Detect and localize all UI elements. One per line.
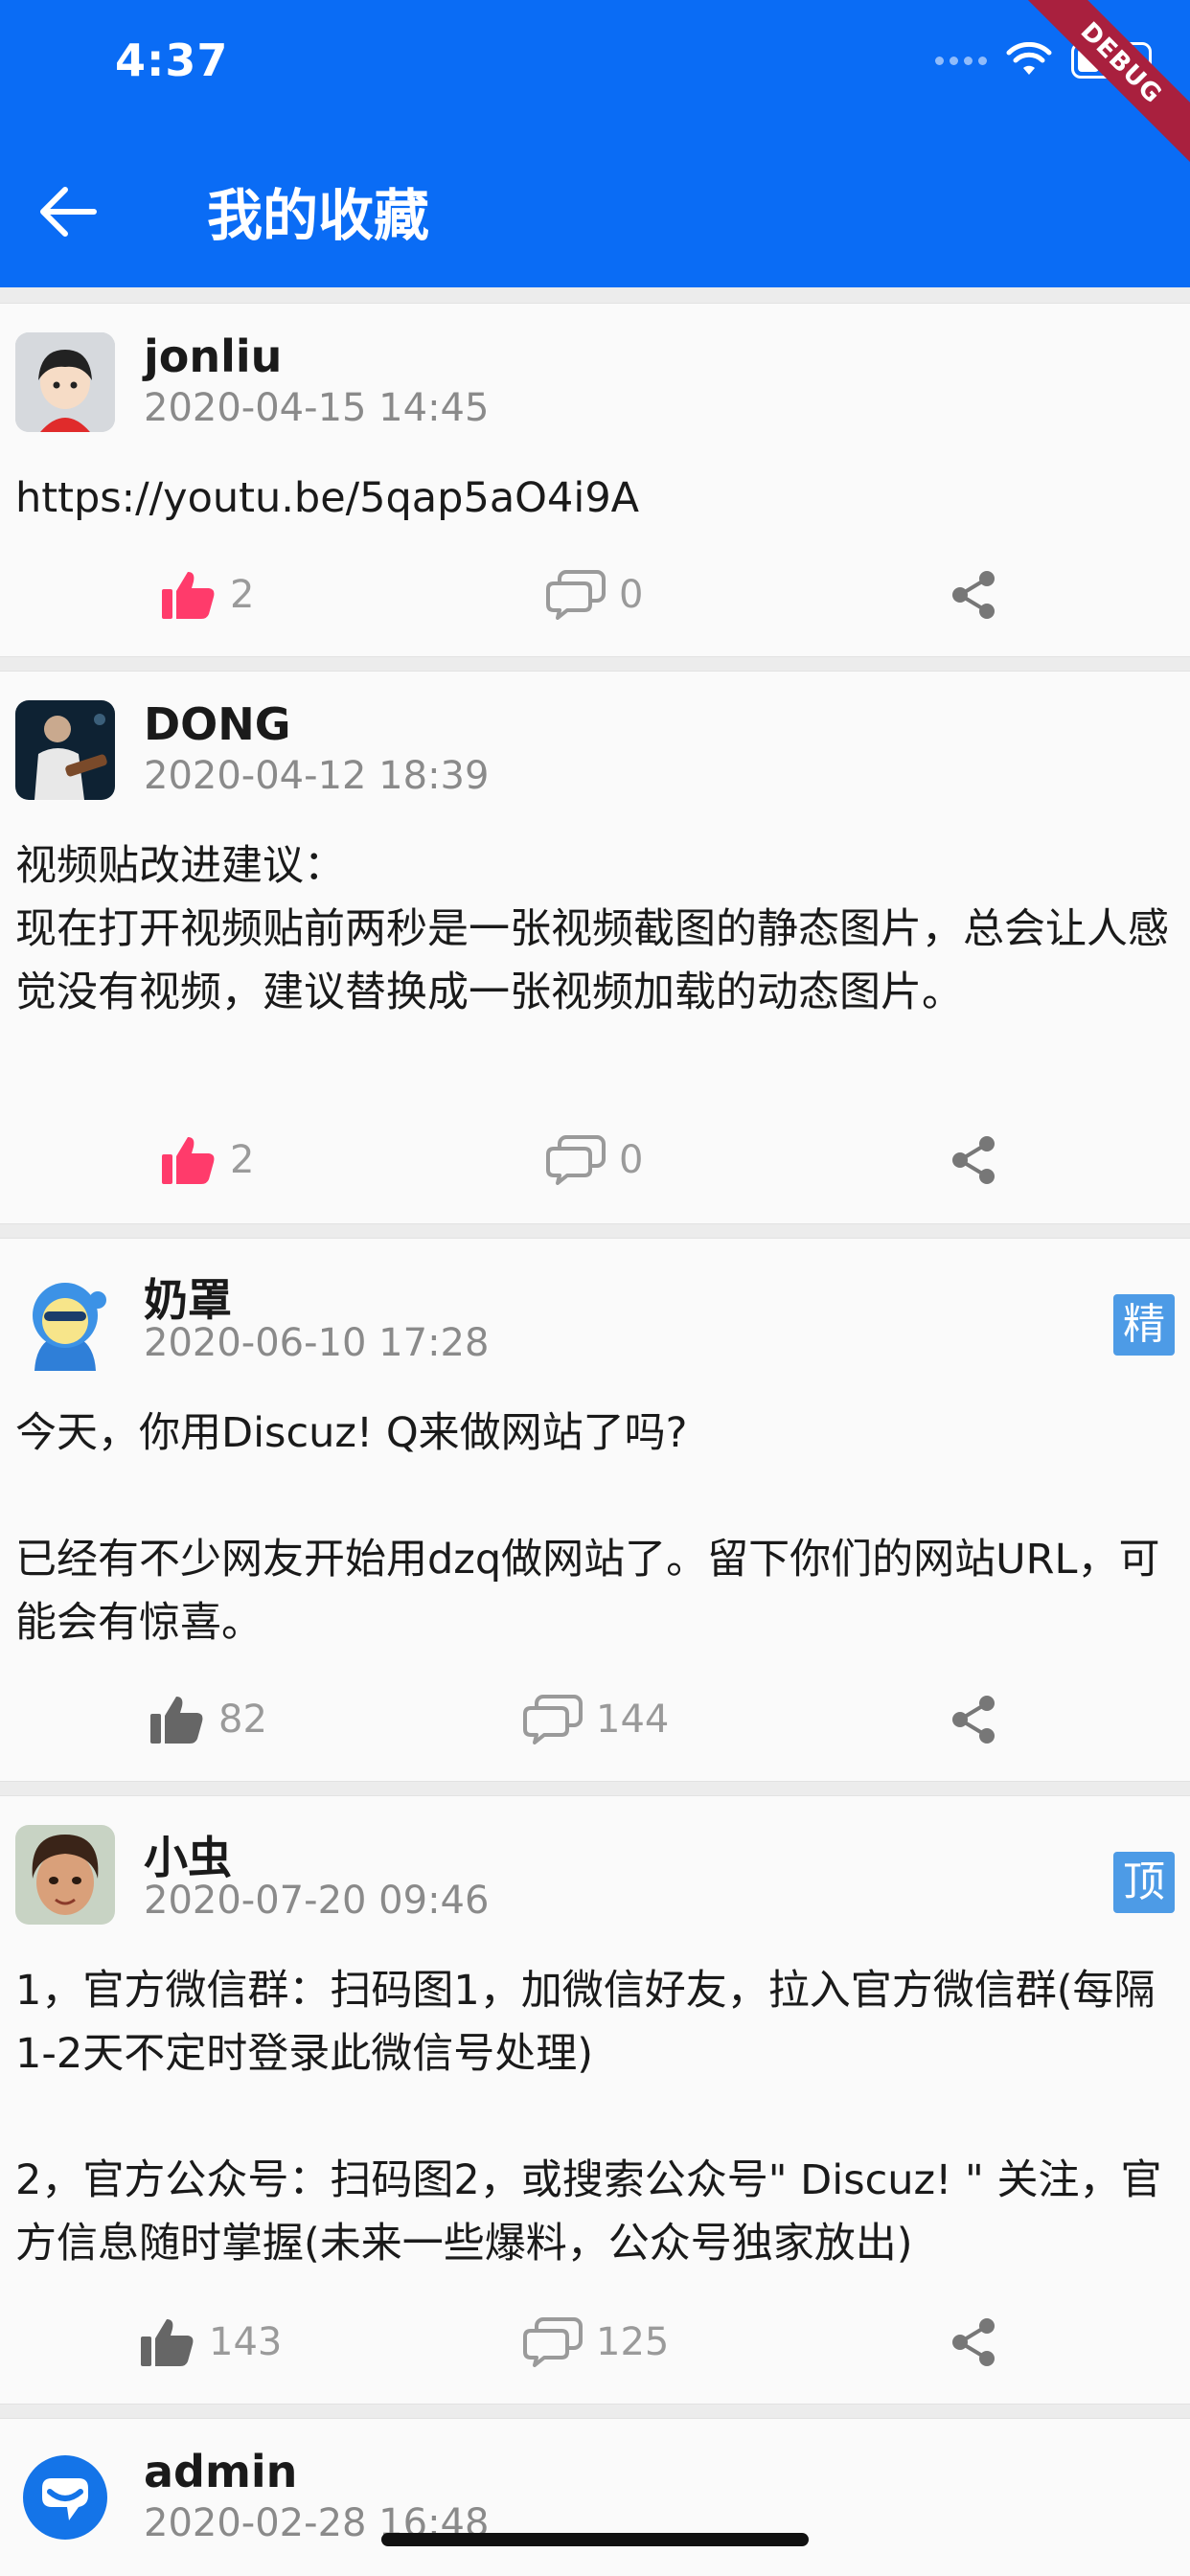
author-name[interactable]: jonliu <box>144 331 282 382</box>
post-card[interactable]: jonliu 2020-04-15 14:45 https://youtu.be… <box>0 303 1190 657</box>
share-icon <box>952 1136 995 1184</box>
author-name[interactable]: 奶罩 <box>144 1265 232 1329</box>
home-indicator <box>381 2533 809 2546</box>
chat-bubbles-icon <box>546 1135 606 1185</box>
avatar[interactable] <box>15 2448 115 2547</box>
thumbs-up-icon <box>162 572 215 619</box>
thumbs-up-icon <box>150 1697 203 1744</box>
thumbs-up-icon <box>162 1137 215 1184</box>
avatar[interactable] <box>15 700 115 800</box>
like-count: 2 <box>230 1138 255 1182</box>
share-icon <box>952 1696 995 1744</box>
comment-count: 0 <box>619 573 644 617</box>
comment-button[interactable]: 0 <box>546 557 643 633</box>
comment-button[interactable]: 0 <box>546 1122 643 1198</box>
avatar[interactable] <box>15 1825 115 1925</box>
status-time: 4:37 <box>115 34 229 86</box>
page-title: 我的收藏 <box>207 183 430 248</box>
back-button[interactable] <box>34 178 102 245</box>
chat-bubbles-icon <box>546 570 606 620</box>
chat-bubbles-icon <box>523 2317 583 2367</box>
pinned-badge: 顶 <box>1113 1852 1175 1913</box>
post-actions: 2 0 <box>0 1122 1190 1198</box>
share-button[interactable] <box>949 1681 998 1758</box>
post-actions: 82 144 <box>0 1681 1190 1758</box>
comment-button[interactable]: 144 <box>523 1681 669 1758</box>
share-icon <box>952 571 995 619</box>
thumbs-up-icon <box>141 2319 194 2366</box>
post-date: 2020-04-12 18:39 <box>144 754 490 798</box>
wifi-icon <box>1006 42 1052 75</box>
post-date: 2020-04-15 14:45 <box>144 386 490 430</box>
like-button[interactable]: 82 <box>149 1681 267 1758</box>
featured-badge: 精 <box>1113 1294 1175 1356</box>
post-card[interactable]: 奶罩 2020-06-10 17:28 精 今天，你用Discuz! Q来做网站… <box>0 1238 1190 1782</box>
debug-banner: DEBUG <box>1004 0 1190 180</box>
post-content[interactable]: https://youtu.be/5qap5aO4i9A <box>15 467 1175 530</box>
post-card[interactable]: DONG 2020-04-12 18:39 视频贴改进建议： 现在打开视频贴前两… <box>0 671 1190 1224</box>
like-button[interactable]: 2 <box>161 557 254 633</box>
comment-count: 125 <box>596 2320 670 2364</box>
avatar[interactable] <box>15 332 115 432</box>
avatar[interactable] <box>15 1271 115 1371</box>
author-name[interactable]: DONG <box>144 698 291 750</box>
arrow-left-icon <box>40 187 97 237</box>
share-button[interactable] <box>949 557 998 633</box>
like-count: 82 <box>218 1698 267 1742</box>
chat-bubbles-icon <box>523 1695 583 1744</box>
post-card[interactable]: 小虫 2020-07-20 09:46 顶 1，官方微信群：扫码图1，加微信好友… <box>0 1795 1190 2405</box>
signal-icon <box>935 56 987 65</box>
share-button[interactable] <box>949 1122 998 1198</box>
post-actions: 2 0 <box>0 557 1190 633</box>
like-count: 2 <box>230 573 255 617</box>
share-button[interactable] <box>949 2304 998 2381</box>
post-content[interactable]: 1，官方微信群：扫码图1，加微信好友，拉入官方微信群(每隔1-2天不定时登录此微… <box>15 1959 1175 2275</box>
like-count: 143 <box>209 2320 283 2364</box>
like-button[interactable]: 2 <box>161 1122 254 1198</box>
post-content[interactable]: 今天，你用Discuz! Q来做网站了吗? 已经有不少网友开始用dzq做网站了。… <box>15 1402 1175 1654</box>
author-name[interactable]: admin <box>144 2446 297 2497</box>
share-icon <box>952 2318 995 2366</box>
comment-count: 144 <box>596 1698 670 1742</box>
author-name[interactable]: 小虫 <box>144 1823 232 1886</box>
post-actions: 143 125 <box>0 2304 1190 2381</box>
comment-count: 0 <box>619 1138 644 1182</box>
post-card[interactable]: admin 2020-02-28 16:48 <box>0 2418 1190 2576</box>
post-date: 2020-06-10 17:28 <box>144 1321 490 1365</box>
comment-button[interactable]: 125 <box>523 2304 669 2381</box>
app-bar: 4:37 DEBUG 我的收藏 <box>0 0 1190 287</box>
like-button[interactable]: 143 <box>140 2304 282 2381</box>
post-date: 2020-07-20 09:46 <box>144 1879 490 1923</box>
post-content[interactable]: 视频贴改进建议： 现在打开视频贴前两秒是一张视频截图的静态图片，总会让人感觉没有… <box>15 834 1175 1024</box>
